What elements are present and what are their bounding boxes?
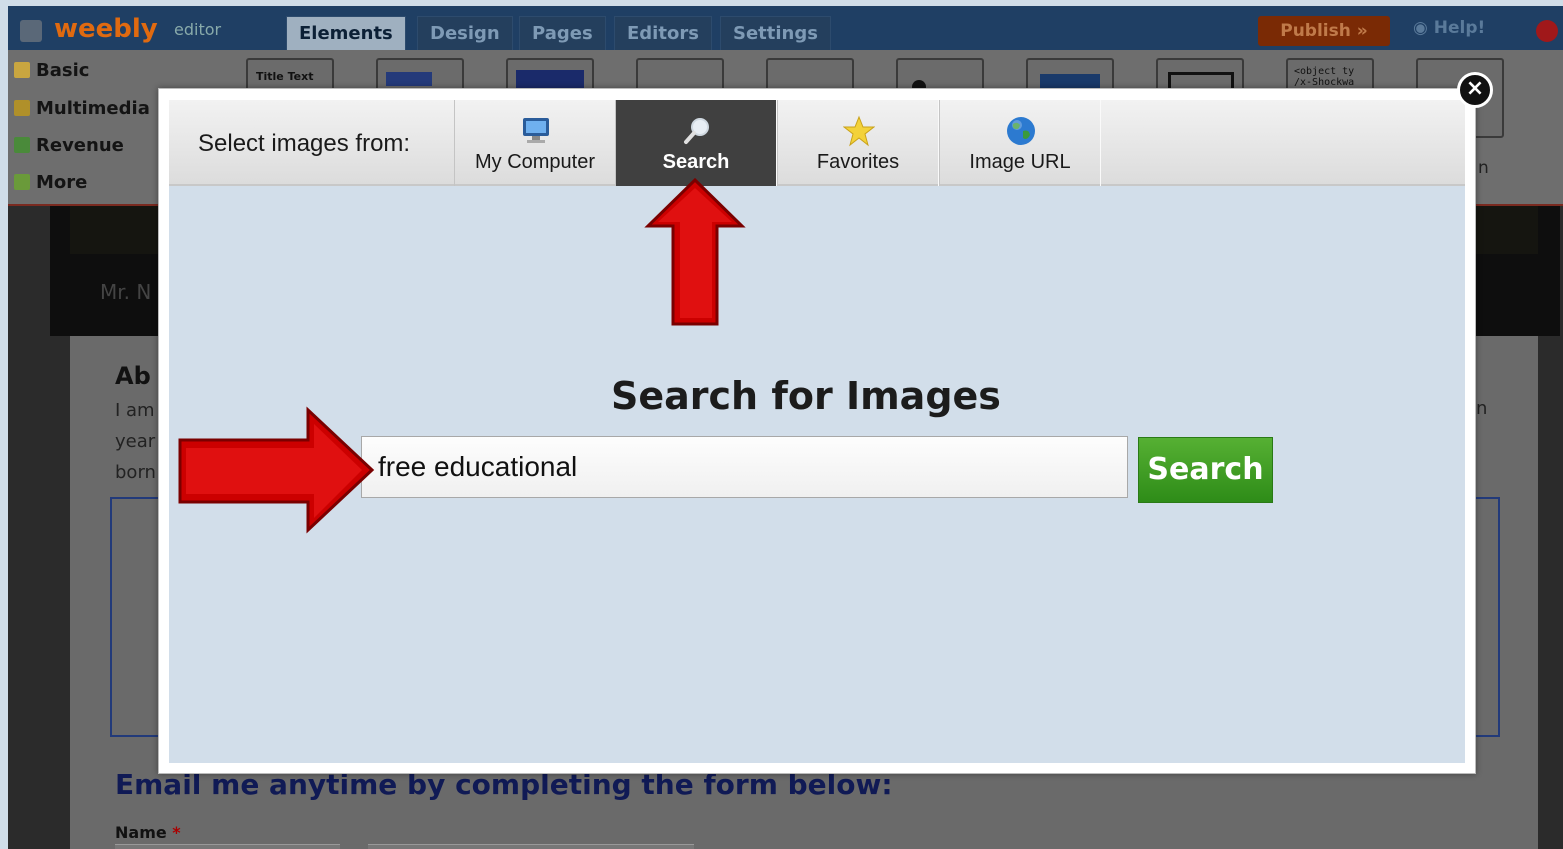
tool-caption: n: [1478, 158, 1489, 178]
site-title: Mr. N: [100, 280, 152, 304]
sidebar-item-label: More: [36, 172, 88, 193]
last-name-field[interactable]: [368, 844, 694, 849]
about-line[interactable]: I am: [115, 400, 155, 421]
weebly-logo-icon: [20, 20, 42, 42]
tab-label: My Computer: [474, 151, 596, 173]
computer-icon: [523, 118, 549, 143]
weebly-logo[interactable]: weebly: [54, 14, 158, 44]
up-arrow-annotation: [644, 178, 746, 326]
required-mark: *: [172, 823, 181, 842]
tab-design[interactable]: Design: [417, 16, 513, 50]
sidebar-item-revenue[interactable]: Revenue: [14, 135, 124, 156]
tab-editors[interactable]: Editors: [614, 16, 712, 50]
close-icon[interactable]: ×: [1457, 72, 1493, 108]
magnifier-icon: [684, 118, 709, 144]
tab-elements[interactable]: Elements: [286, 16, 406, 50]
multimedia-icon: [14, 100, 30, 116]
editor-topbar: weebly editor Elements Design Pages Edit…: [8, 6, 1563, 50]
sidebar-item-label: Basic: [36, 60, 90, 81]
editor-close-icon[interactable]: [1536, 20, 1558, 42]
help-label: Help!: [1433, 18, 1486, 38]
tool-label: <object ty /x-Shockwa: [1294, 66, 1355, 88]
tool-thumbnail: [386, 72, 432, 86]
about-line[interactable]: born: [115, 462, 156, 483]
tab-search[interactable]: Search: [615, 100, 777, 186]
frame-left: [0, 0, 8, 849]
globe-icon: [1007, 117, 1035, 145]
more-icon: [14, 174, 30, 190]
first-name-field[interactable]: [115, 844, 340, 849]
sidebar-item-label: Revenue: [36, 135, 124, 156]
publish-button[interactable]: Publish »: [1258, 16, 1390, 46]
sidebar-item-label: Multimedia: [36, 98, 150, 119]
star-icon: [843, 115, 875, 147]
sidebar-item-multimedia[interactable]: Multimedia: [14, 98, 150, 119]
editor-label: editor: [174, 20, 222, 39]
tab-image-url[interactable]: Image URL: [939, 100, 1101, 186]
name-field-label: Name *: [115, 823, 181, 842]
name-label-text: Name: [115, 823, 167, 842]
search-button[interactable]: Search: [1138, 437, 1273, 503]
revenue-icon: [14, 137, 30, 153]
search-input[interactable]: [361, 436, 1128, 498]
sidebar-item-basic[interactable]: Basic: [14, 60, 89, 81]
about-line[interactable]: year: [115, 431, 155, 452]
help-icon: ◉: [1413, 18, 1434, 38]
about-line-end: n: [1476, 398, 1488, 419]
tool-label: Title Text: [256, 70, 314, 83]
tab-label: Search: [662, 151, 730, 173]
tab-label: Favorites: [816, 151, 900, 173]
tab-pages[interactable]: Pages: [519, 16, 606, 50]
about-heading[interactable]: Ab: [115, 362, 151, 390]
select-images-label: Select images from:: [198, 130, 411, 157]
sidebar-item-more[interactable]: More: [14, 172, 87, 193]
basic-icon: [14, 62, 30, 78]
tab-settings[interactable]: Settings: [720, 16, 831, 50]
help-link[interactable]: ◉ Help!: [1413, 18, 1485, 38]
tool-thumbnail: [516, 70, 584, 88]
tab-label: Image URL: [969, 151, 1071, 173]
tab-my-computer[interactable]: My Computer: [454, 100, 616, 186]
tab-favorites[interactable]: Favorites: [777, 100, 939, 186]
right-arrow-annotation: [178, 406, 375, 534]
search-title: Search for Images: [611, 374, 1001, 418]
